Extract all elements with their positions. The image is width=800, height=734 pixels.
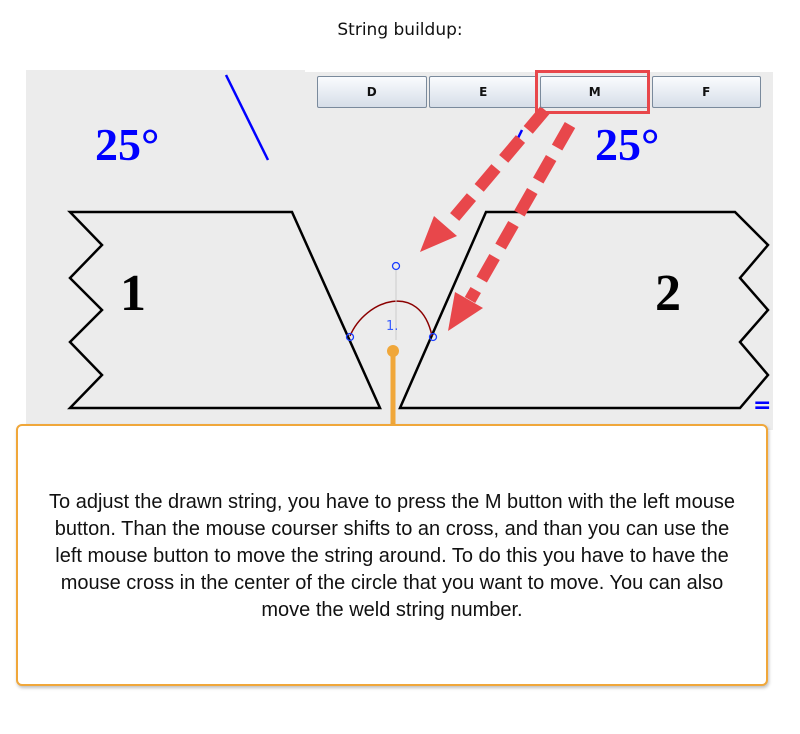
- e-button[interactable]: E: [428, 76, 538, 108]
- weld-string-number[interactable]: 1.: [386, 319, 398, 334]
- callout-leader-dot: [387, 345, 399, 357]
- left-angle-label: 25°: [95, 119, 159, 170]
- plate-2-label: 2: [655, 265, 681, 322]
- edge-equals-marker: =: [753, 393, 771, 418]
- callout-text: To adjust the drawn string, you have to …: [49, 490, 735, 621]
- instruction-callout: To adjust the drawn string, you have to …: [16, 424, 768, 686]
- right-angle-label: 25°: [595, 119, 659, 170]
- plate-1-label: 1: [120, 265, 146, 322]
- m-button[interactable]: M: [540, 76, 650, 108]
- d-button[interactable]: D: [317, 76, 427, 108]
- f-button[interactable]: F: [651, 76, 761, 108]
- mode-toolbar: D E M F: [317, 76, 761, 110]
- canvas-white-strip: [305, 66, 775, 72]
